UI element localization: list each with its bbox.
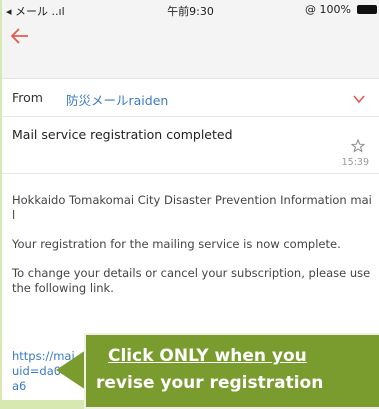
callout-line-2: revise your registration: [96, 373, 324, 393]
battery-icon: [357, 5, 377, 14]
from-row[interactable]: From 防災メールraiden: [2, 80, 379, 117]
body-paragraph-1: Hokkaido Tomakomai City Disaster Prevent…: [12, 193, 372, 222]
sender-name[interactable]: 防災メールraiden: [66, 90, 168, 109]
subject-row: Mail service registration completed 15:3…: [2, 117, 379, 174]
from-label: From: [12, 90, 43, 105]
callout-line-1: Click ONLY when you: [108, 346, 307, 366]
star-icon[interactable]: [351, 139, 365, 153]
back-arrow-icon[interactable]: [8, 24, 32, 48]
callout-box: [84, 333, 379, 409]
body-paragraph-2: Your registration for the mailing servic…: [12, 237, 341, 251]
email-body: Hokkaido Tomakomai City Disaster Prevent…: [12, 193, 372, 310]
callout-pointer: [56, 350, 86, 390]
email-time: 15:39: [341, 157, 369, 168]
chevron-down-icon[interactable]: [353, 94, 365, 104]
header-bar: [2, 20, 379, 79]
status-bar: ◂ メール ..ıl 午前9:30 @ 100%: [2, 0, 379, 20]
email-subject: Mail service registration completed: [12, 127, 233, 142]
body-paragraph-3: To change your details or cancel your su…: [12, 266, 371, 295]
battery-percent: @ 100%: [305, 3, 351, 16]
